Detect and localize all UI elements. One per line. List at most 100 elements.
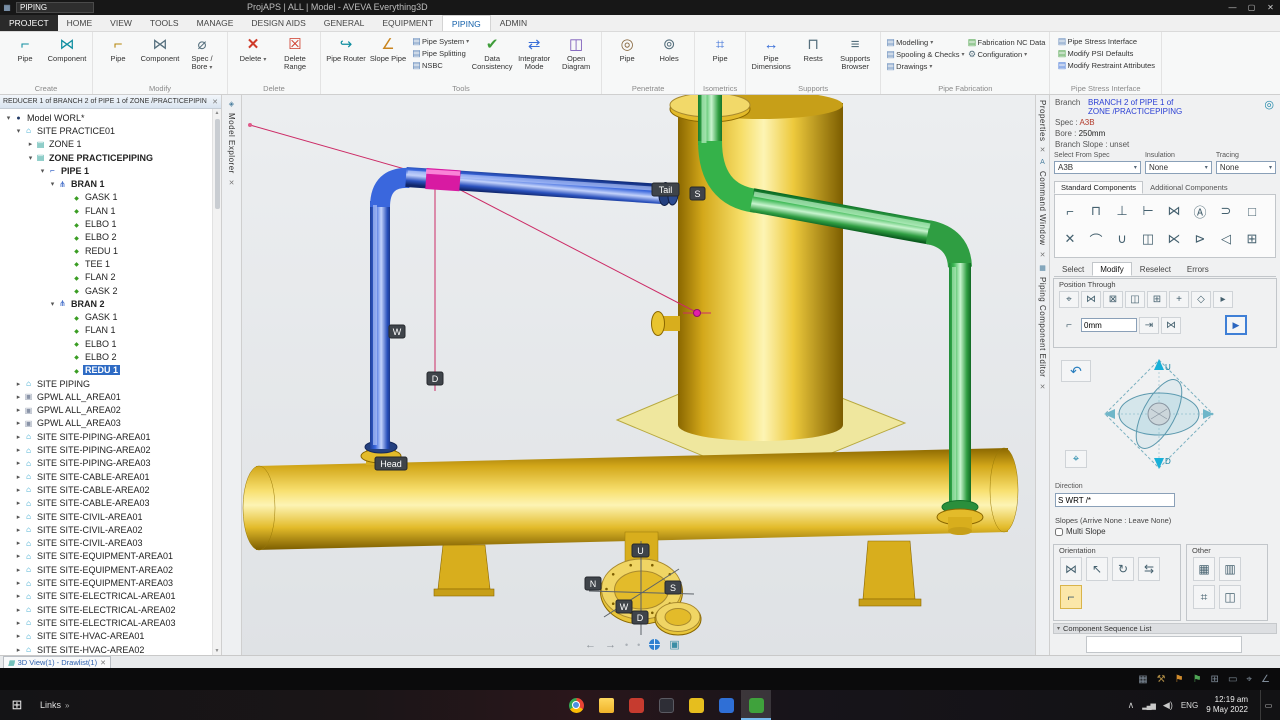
fabrication-menu-button[interactable]: Configuration [967, 48, 1046, 60]
create-component-button[interactable]: Component [46, 34, 88, 63]
scroll-up-icon[interactable]: ▲ [215, 110, 220, 116]
tools-option-button[interactable]: Pipe System [411, 35, 469, 47]
tree-item[interactable]: GASK 2 [0, 284, 221, 297]
3d-viewport[interactable]: Tail S W D Head U N S W D ← → • • ▣ [242, 95, 1035, 655]
tree-expander-icon[interactable] [14, 566, 23, 574]
tree-item[interactable]: SITE SITE-EQUIPMENT-AREA02 [0, 563, 221, 576]
command-window-tab[interactable]: Command Window [1038, 171, 1047, 246]
component-icon-button[interactable]: □ [1239, 197, 1265, 225]
tree-expander-icon[interactable] [48, 300, 57, 308]
ribbon-tab[interactable]: DESIGN AIDS [242, 15, 314, 31]
tree-item[interactable]: ELBO 1 [0, 337, 221, 350]
pick-direction-button[interactable] [1065, 450, 1087, 468]
status-icon[interactable] [1228, 674, 1237, 685]
position-tool-button[interactable]: + [1169, 291, 1189, 308]
tree-expander-icon[interactable] [14, 526, 23, 534]
taskbar-app-icon[interactable] [621, 690, 651, 720]
tree-expander-icon[interactable] [14, 552, 23, 560]
tree-item[interactable]: SITE SITE-PIPING-AREA02 [0, 443, 221, 456]
tree-item[interactable]: SITE SITE-CABLE-AREA02 [0, 483, 221, 496]
taskbar-app-icon[interactable] [711, 690, 741, 720]
tree-expander-icon[interactable] [14, 127, 23, 135]
component-icon-button[interactable]: ∪ [1109, 225, 1135, 253]
component-icon-button[interactable]: ⋉ [1161, 225, 1187, 253]
quick-search-input[interactable] [16, 2, 94, 13]
component-icon-button[interactable]: ⊓ [1083, 197, 1109, 225]
status-icon[interactable] [1211, 674, 1219, 685]
undo-button[interactable] [1061, 360, 1091, 382]
compass-label-s[interactable]: S [664, 580, 682, 595]
component-sequence-list[interactable] [1086, 636, 1242, 653]
maximize-button[interactable]: ▢ [1242, 0, 1261, 15]
multi-slope-checkbox[interactable] [1055, 527, 1063, 536]
tree-expander-icon[interactable] [14, 380, 23, 388]
piping-component-editor-tab[interactable]: Piping Component Editor [1038, 277, 1047, 377]
tree-item[interactable]: BRAN 1 [0, 177, 221, 190]
taskbar-clock[interactable]: 12:19 am 9 May 2022 [1206, 695, 1248, 715]
language-indicator[interactable]: ENG [1181, 701, 1198, 710]
tree-expander-icon[interactable] [14, 393, 23, 401]
delete-range-button[interactable]: Delete Range [274, 34, 316, 71]
other-tool-button[interactable]: ▦ [1193, 557, 1215, 581]
tree-expander-icon[interactable] [38, 167, 47, 175]
tree-expander-icon[interactable] [14, 459, 23, 467]
3d-scene[interactable]: Tail S W D Head U N S W D [242, 95, 1035, 655]
ribbon-tab[interactable]: VIEW [101, 15, 141, 31]
label-down[interactable]: D [426, 371, 444, 386]
nav-back-icon[interactable] [585, 639, 596, 651]
insulation-select[interactable]: None [1144, 161, 1212, 174]
fabrication-menu-button[interactable]: Drawings [885, 60, 964, 72]
tree-item[interactable]: SITE SITE-PIPING-AREA01 [0, 430, 221, 443]
editor-mode-tab[interactable]: Select [1054, 262, 1092, 276]
component-icon-button[interactable]: ◫ [1135, 225, 1161, 253]
component-icon-button[interactable]: ⋈ [1161, 197, 1187, 225]
3d-view-tab[interactable]: 3D View(1) - Drawlist(1) [3, 656, 111, 668]
orientation-tool-button[interactable]: ↻ [1112, 557, 1134, 581]
model-explorer-tab[interactable]: Model Explorer [227, 113, 236, 174]
tree-expander-icon[interactable] [14, 632, 23, 640]
component-icon-button[interactable]: ⊳ [1187, 225, 1213, 253]
create-pipe-button[interactable]: Pipe [4, 34, 46, 63]
modify-component-button[interactable]: Component [139, 34, 181, 63]
ribbon-tab[interactable]: HOME [58, 15, 102, 31]
tree-item[interactable]: FLAN 1 [0, 324, 221, 337]
status-icon[interactable] [1157, 674, 1166, 685]
component-icon-button[interactable]: ⊃ [1213, 197, 1239, 225]
network-icon[interactable] [1142, 700, 1155, 710]
tree-item[interactable]: ELBO 2 [0, 231, 221, 244]
integrator-mode-button[interactable]: Integrator Mode [513, 34, 555, 71]
position-tool-button[interactable]: ⋈ [1161, 316, 1181, 334]
tree-item[interactable]: GPWL ALL_AREA03 [0, 417, 221, 430]
tree-item[interactable]: SITE SITE-EQUIPMENT-AREA03 [0, 576, 221, 589]
tree-item[interactable]: BRAN 2 [0, 297, 221, 310]
delete-button[interactable]: Delete [232, 34, 274, 63]
tree-expander-icon[interactable] [14, 646, 23, 654]
spec-bore-button[interactable]: Spec / Bore [181, 34, 223, 72]
tree-item[interactable]: SITE PIPING [0, 377, 221, 390]
tree-expander-icon[interactable] [14, 592, 23, 600]
pin-icon[interactable]: ◈ [229, 100, 234, 108]
hidden-icons-chevron[interactable] [1128, 700, 1135, 711]
stress-menu-button[interactable]: Modify Restraint Attributes [1056, 59, 1155, 71]
label-west[interactable]: W [388, 324, 406, 339]
status-icon[interactable] [1261, 674, 1270, 685]
start-button[interactable] [0, 690, 34, 720]
tree-expander-icon[interactable] [26, 140, 35, 148]
orientation-tool-button[interactable]: ⇆ [1138, 557, 1160, 581]
notification-icon[interactable] [1260, 690, 1276, 720]
tree-item[interactable]: GPWL ALL_AREA01 [0, 390, 221, 403]
label-tail[interactable]: Tail [651, 182, 680, 197]
status-icon[interactable] [1138, 674, 1147, 685]
holes-button[interactable]: Holes [648, 34, 690, 63]
data-consistency-button[interactable]: Data Consistency [471, 34, 513, 71]
tree-item[interactable]: SITE SITE-CABLE-AREA03 [0, 497, 221, 510]
navigate-ce-icon[interactable]: ◎ [1264, 98, 1274, 111]
tree-expander-icon[interactable] [14, 473, 23, 481]
pipe-dimensions-button[interactable]: Pipe Dimensions [750, 34, 792, 71]
tree-item[interactable]: Model WORL* [0, 111, 221, 124]
component-icon-button[interactable]: ⊥ [1109, 197, 1135, 225]
tree-expander-icon[interactable] [26, 154, 35, 162]
other-tool-button[interactable]: ⌗ [1193, 585, 1215, 609]
taskbar-app-icon[interactable] [591, 690, 621, 720]
tree-expander-icon[interactable] [14, 539, 23, 547]
